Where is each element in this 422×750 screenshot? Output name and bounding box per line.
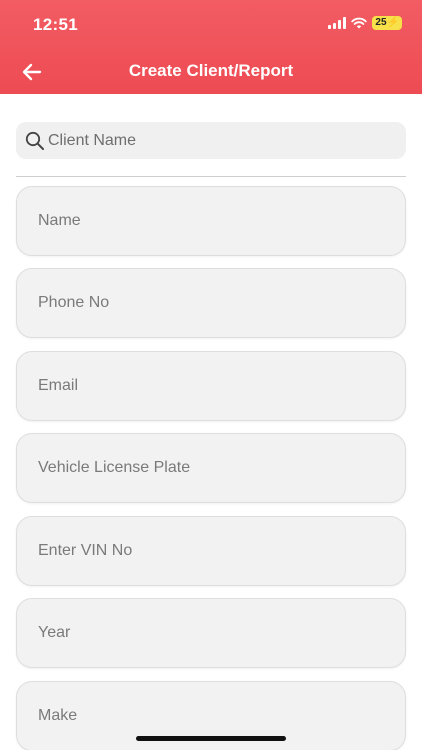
- year-field[interactable]: [16, 598, 406, 668]
- email-field[interactable]: [16, 351, 406, 421]
- wifi-icon: [351, 17, 368, 29]
- charging-icon: ⚡: [386, 17, 399, 28]
- divider: [16, 176, 406, 177]
- name-field[interactable]: [16, 186, 406, 256]
- battery-icon: 25⚡: [372, 16, 402, 30]
- status-time: 12:51: [33, 15, 78, 34]
- home-indicator: [136, 736, 286, 741]
- status-icons: 25⚡: [328, 16, 402, 30]
- name-input[interactable]: [38, 212, 378, 230]
- email-input[interactable]: [38, 377, 378, 395]
- battery-level: 25: [375, 17, 387, 28]
- app-header: 12:51 25⚡ Create Client/Report: [0, 0, 422, 94]
- page-title: Create Client/Report: [128, 61, 294, 80]
- year-input[interactable]: [38, 624, 378, 642]
- client-name-search-input[interactable]: [48, 131, 388, 150]
- phone-field[interactable]: [16, 268, 406, 338]
- signal-icon: [328, 17, 347, 29]
- license-plate-input[interactable]: [38, 459, 378, 477]
- client-search-bar[interactable]: [16, 122, 406, 159]
- make-input[interactable]: [38, 707, 378, 725]
- search-icon: [24, 130, 46, 152]
- phone-input[interactable]: [38, 294, 378, 312]
- license-plate-field[interactable]: [16, 433, 406, 503]
- vin-field[interactable]: [16, 516, 406, 586]
- vin-input[interactable]: [38, 542, 378, 560]
